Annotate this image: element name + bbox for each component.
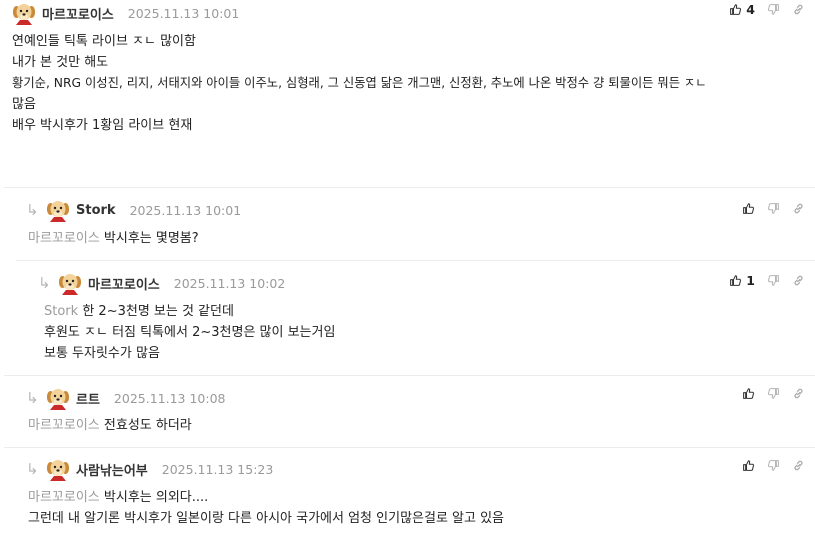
comment-date: 2025.11.13 15:23 bbox=[161, 461, 274, 477]
mention-tag[interactable]: 마르꼬로이스 bbox=[28, 490, 100, 505]
link-button[interactable] bbox=[792, 274, 805, 287]
comment-item: 마르꼬로이스 2025.11.13 10:01 4 연예인들 틱톡 라이브 ㅈㄴ… bbox=[0, 0, 815, 186]
comment-header: ↳ 사람낚는어부 2025.11.13 15:23 bbox=[26, 456, 273, 482]
dog-avatar-icon[interactable] bbox=[58, 271, 82, 295]
link-button[interactable] bbox=[792, 387, 805, 400]
like-button[interactable] bbox=[742, 202, 755, 215]
author-name[interactable]: 르트 bbox=[76, 389, 100, 408]
thumbs-down-icon bbox=[767, 202, 780, 215]
dog-avatar-icon[interactable] bbox=[46, 198, 70, 222]
comment-line: 마르꼬로이스 박시후는 의외다.... bbox=[28, 487, 504, 508]
comment-actions bbox=[730, 202, 805, 215]
like-button[interactable] bbox=[742, 459, 755, 472]
reply-arrow-icon: ↳ bbox=[26, 389, 39, 407]
like-count: 1 bbox=[746, 273, 755, 288]
comment-body: 마르꼬로이스 전효성도 하더라 bbox=[28, 415, 192, 436]
author-name[interactable]: 마르꼬로이스 bbox=[42, 4, 114, 23]
comment-body: 마르꼬로이스 박시후는 몇명봄? bbox=[28, 228, 199, 249]
link-icon bbox=[792, 387, 805, 400]
reply-item: ↳ Stork 2025.11.13 10:01 마르꼬로이스 박시후는 몇명봄… bbox=[4, 187, 815, 259]
comment-body: 연예인들 틱톡 라이브 ㅈㄴ 많이함 내가 본 것만 해도 황기순, NRG 이… bbox=[12, 31, 707, 136]
link-button[interactable] bbox=[792, 3, 805, 16]
comment-body: 마르꼬로이스 박시후는 의외다.... 그런데 내 알기론 박시후가 일본이랑 … bbox=[28, 487, 504, 529]
comment-text: 전효성도 하더라 bbox=[103, 418, 192, 433]
thumbs-down-icon bbox=[767, 459, 780, 472]
dog-avatar-icon[interactable] bbox=[46, 457, 70, 481]
comment-header: ↳ 마르꼬로이스 2025.11.13 10:02 bbox=[38, 270, 285, 296]
link-icon bbox=[792, 459, 805, 472]
thumbs-down-icon bbox=[767, 274, 780, 287]
link-icon bbox=[792, 274, 805, 287]
mention-tag[interactable]: 마르꼬로이스 bbox=[28, 418, 100, 433]
link-icon bbox=[792, 202, 805, 215]
author-name[interactable]: Stork bbox=[76, 203, 116, 218]
dislike-button[interactable] bbox=[767, 274, 780, 287]
dislike-button[interactable] bbox=[767, 3, 780, 16]
thumbs-up-icon bbox=[742, 202, 755, 215]
comment-line: Stork 한 2~3천명 보는 것 같던데 bbox=[44, 301, 335, 322]
comment-date: 2025.11.13 10:08 bbox=[113, 390, 226, 406]
thumbs-up-icon bbox=[742, 459, 755, 472]
comment-text: 박시후는 의외다.... bbox=[103, 490, 209, 505]
dislike-button[interactable] bbox=[767, 202, 780, 215]
comment-line: 마르꼬로이스 전효성도 하더라 bbox=[28, 415, 192, 436]
thumbs-down-icon bbox=[767, 387, 780, 400]
reply-arrow-icon: ↳ bbox=[26, 201, 39, 219]
thumbs-down-icon bbox=[767, 3, 780, 16]
link-button[interactable] bbox=[792, 459, 805, 472]
comment-line: 내가 본 것만 해도 bbox=[12, 55, 109, 70]
link-icon bbox=[792, 3, 805, 16]
comment-actions: 1 bbox=[717, 273, 805, 288]
comment-actions bbox=[730, 387, 805, 400]
comment-actions bbox=[730, 459, 805, 472]
comment-date: 2025.11.13 10:02 bbox=[173, 275, 286, 291]
like-button[interactable]: 1 bbox=[729, 273, 755, 288]
dislike-button[interactable] bbox=[767, 459, 780, 472]
author-name[interactable]: 사람낚는어부 bbox=[76, 460, 148, 479]
mention-tag[interactable]: 마르꼬로이스 bbox=[28, 231, 100, 246]
reply-item: ↳ 사람낚는어부 2025.11.13 15:23 마르꼬로이스 박시후는 의외… bbox=[4, 447, 815, 533]
thumbs-up-icon bbox=[742, 387, 755, 400]
comment-text: 박시후는 몇명봄? bbox=[103, 231, 199, 246]
comment-date: 2025.11.13 10:01 bbox=[129, 202, 242, 218]
comment-line: 황기순, NRG 이성진, 리지, 서태지와 아이들 이주노, 심형래, 그 신… bbox=[12, 76, 707, 90]
comment-line: 후원도 ㅈㄴ 터짐 틱톡에서 2~3천명은 많이 보는거임 bbox=[44, 325, 336, 340]
link-button[interactable] bbox=[792, 202, 805, 215]
reply-arrow-icon: ↳ bbox=[26, 460, 39, 478]
comment-header: 마르꼬로이스 2025.11.13 10:01 bbox=[12, 0, 239, 26]
comment-header: ↳ 르트 2025.11.13 10:08 bbox=[26, 385, 226, 411]
dog-avatar-icon[interactable] bbox=[46, 386, 70, 410]
reply-item: ↳ 마르꼬로이스 2025.11.13 10:02 1 Stork 한 2~3천… bbox=[16, 260, 815, 374]
comment-header: ↳ Stork 2025.11.13 10:01 bbox=[26, 197, 241, 223]
comment-line: 연예인들 틱톡 라이브 ㅈㄴ 많이함 bbox=[12, 34, 196, 49]
thumbs-up-icon bbox=[729, 274, 742, 287]
comment-body: Stork 한 2~3천명 보는 것 같던데 후원도 ㅈㄴ 터짐 틱톡에서 2~… bbox=[44, 301, 335, 364]
dog-avatar-icon[interactable] bbox=[12, 1, 36, 25]
thumbs-up-icon bbox=[729, 3, 742, 16]
reply-arrow-icon: ↳ bbox=[38, 274, 51, 292]
like-button[interactable] bbox=[742, 387, 755, 400]
dislike-button[interactable] bbox=[767, 387, 780, 400]
reply-item: ↳ 르트 2025.11.13 10:08 마르꼬로이스 전효성도 하더라 bbox=[4, 375, 815, 446]
comment-line: 배우 박시후가 1황임 라이브 현재 bbox=[12, 118, 193, 133]
comment-line: 보통 두자릿수가 많음 bbox=[44, 346, 160, 361]
comment-line: 마르꼬로이스 박시후는 몇명봄? bbox=[28, 228, 199, 249]
comment-actions: 4 bbox=[717, 2, 805, 17]
mention-tag[interactable]: Stork bbox=[44, 304, 78, 319]
like-button[interactable]: 4 bbox=[729, 2, 755, 17]
comment-line: 많음 bbox=[12, 97, 36, 112]
author-name[interactable]: 마르꼬로이스 bbox=[88, 274, 160, 293]
like-count: 4 bbox=[746, 2, 755, 17]
comment-line: 그런데 내 알기론 박시후가 일본이랑 다른 아시아 국가에서 엄청 인기많은걸… bbox=[28, 511, 505, 526]
comment-date: 2025.11.13 10:01 bbox=[127, 5, 240, 21]
comment-text: 한 2~3천명 보는 것 같던데 bbox=[82, 304, 234, 319]
